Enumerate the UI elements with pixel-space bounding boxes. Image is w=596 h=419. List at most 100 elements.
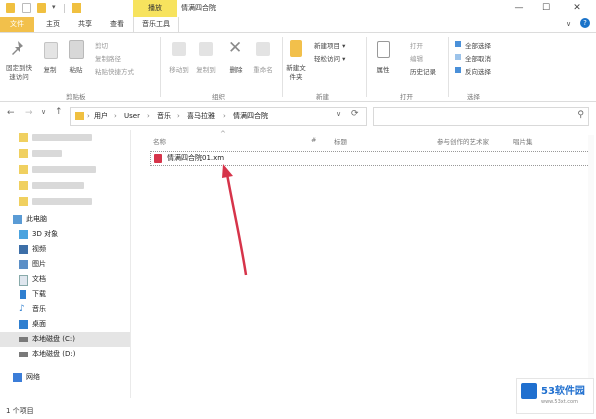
paste-icon xyxy=(69,40,84,59)
minimize-button[interactable]: — xyxy=(508,0,530,17)
sidebar-item-pictures[interactable]: 图片 xyxy=(16,257,128,272)
quick-access-properties-icon[interactable] xyxy=(22,3,31,13)
rename-icon xyxy=(256,42,270,56)
tab-file[interactable]: 文件 xyxy=(0,17,34,32)
folder-address-icon xyxy=(75,112,84,120)
address-dropdown-icon[interactable]: ∨ xyxy=(336,110,341,118)
sidebar-item-videos[interactable]: 视频 xyxy=(16,242,128,257)
recent-locations-button[interactable]: ∨ xyxy=(41,108,46,116)
ribbon: 固定到快速访问 复制 粘贴 剪切 复制路径 粘贴快捷方式 剪贴板 移动到 复制到… xyxy=(0,33,596,102)
new-item-button[interactable]: 新建项目 ▾ xyxy=(314,40,345,50)
quick-access-new-folder-icon[interactable] xyxy=(37,3,46,13)
navigation-pane: 此电脑 3D 对象 视频 图片 文档 下载 ♪ 音乐 桌面 本地磁盘 (C:) … xyxy=(0,130,131,398)
quick-access-dropdown-icon[interactable]: ▾ xyxy=(52,3,56,11)
forward-button[interactable]: → xyxy=(25,108,33,118)
column-header-track-number[interactable]: # xyxy=(311,136,316,144)
sidebar-item-drive-d[interactable]: 本地磁盘 (D:) xyxy=(16,347,128,362)
sidebar-item-this-pc[interactable]: 此电脑 xyxy=(10,212,122,227)
sidebar-item-music[interactable]: ♪ 音乐 xyxy=(16,302,128,317)
edit-button[interactable]: 编辑 xyxy=(410,53,423,63)
breadcrumb-music[interactable]: 音乐 xyxy=(157,108,171,125)
network-icon xyxy=(13,373,22,382)
quick-access-item[interactable] xyxy=(16,178,128,193)
search-input[interactable]: ⚲ xyxy=(373,107,589,126)
new-folder-icon xyxy=(290,40,302,57)
breadcrumb-users[interactable]: 用户 xyxy=(94,108,108,125)
3d-objects-icon xyxy=(19,230,28,239)
copy-path-button[interactable]: 复制路径 xyxy=(95,53,121,63)
easy-access-button[interactable]: 轻松访问 ▾ xyxy=(314,53,345,63)
paste-shortcut-button[interactable]: 粘贴快捷方式 xyxy=(95,66,134,76)
pin-icon xyxy=(12,41,24,55)
sidebar-item-drive-c[interactable]: 本地磁盘 (C:) xyxy=(0,332,130,347)
rename-button[interactable]: 重命名 xyxy=(250,64,276,74)
folder-icon xyxy=(19,133,28,142)
close-button[interactable]: ✕ xyxy=(566,0,588,17)
column-header-artists[interactable]: 参与创作的艺术家 xyxy=(437,136,489,146)
sidebar-item-label: 3D 对象 xyxy=(32,230,59,238)
select-group-label: 选择 xyxy=(467,93,480,101)
quick-access-item[interactable] xyxy=(16,194,128,209)
copy-icon xyxy=(44,42,58,59)
breadcrumb-ximalaya[interactable]: 喜马拉雅 xyxy=(187,108,215,125)
address-bar[interactable]: › 用户 › User › 音乐 › 喜马拉雅 › 情满四合院 ∨ ⟳ xyxy=(70,107,367,126)
back-button[interactable]: ← xyxy=(7,108,15,118)
breadcrumb-separator: › xyxy=(177,112,180,120)
title-bar: ▾ 播放 情满四合院 — ☐ ✕ xyxy=(0,0,596,17)
drive-d-icon xyxy=(19,352,28,357)
maximize-button[interactable]: ☐ xyxy=(535,0,557,17)
quick-access-folder-icon[interactable] xyxy=(6,3,15,13)
sidebar-item-documents[interactable]: 文档 xyxy=(16,272,128,287)
refresh-icon[interactable]: ⟳ xyxy=(351,109,359,119)
select-none-button[interactable]: 全部取消 xyxy=(465,53,491,63)
videos-icon xyxy=(19,245,28,254)
search-icon[interactable]: ⚲ xyxy=(577,110,584,120)
window-title: 情满四合院 xyxy=(181,4,216,12)
new-group-label: 新建 xyxy=(316,93,329,101)
sidebar-item-desktop[interactable]: 桌面 xyxy=(16,317,128,332)
help-icon[interactable]: ? xyxy=(580,18,590,28)
new-folder-button[interactable]: 新建文件夹 xyxy=(284,64,308,82)
sidebar-item-downloads[interactable]: 下载 xyxy=(16,287,128,302)
pin-to-quick-access-button[interactable]: 固定到快速访问 xyxy=(4,64,34,82)
column-header-name[interactable]: 名称 xyxy=(153,136,166,146)
redacted-label xyxy=(32,166,96,173)
ribbon-collapse-icon[interactable]: ∨ xyxy=(566,20,571,28)
copy-to-button[interactable]: 复制到 xyxy=(191,64,221,74)
column-header-title[interactable]: 标题 xyxy=(334,136,347,146)
vertical-scrollbar[interactable] xyxy=(588,135,594,400)
move-to-button[interactable]: 移动到 xyxy=(164,64,194,74)
breadcrumb-user[interactable]: User xyxy=(124,108,140,125)
watermark-brand: 53软件园 xyxy=(541,386,585,397)
quick-access-item[interactable] xyxy=(16,146,128,161)
select-all-button[interactable]: 全部选择 xyxy=(465,40,491,50)
tab-share[interactable]: 共享 xyxy=(72,17,98,32)
column-header-album[interactable]: 唱片集 xyxy=(513,136,533,146)
sidebar-item-label: 网络 xyxy=(26,373,40,381)
sidebar-item-network[interactable]: 网络 xyxy=(10,370,122,385)
clipboard-group-label: 剪贴板 xyxy=(66,93,86,101)
tab-home[interactable]: 主页 xyxy=(40,17,66,32)
paste-button[interactable]: 粘贴 xyxy=(66,64,86,74)
quick-access-item[interactable] xyxy=(16,130,128,145)
move-to-icon xyxy=(172,42,186,56)
cut-button[interactable]: 剪切 xyxy=(95,40,108,50)
copy-button[interactable]: 复制 xyxy=(40,64,60,74)
organize-group-label: 组织 xyxy=(212,93,225,101)
redacted-label xyxy=(32,182,84,189)
open-group-label: 打开 xyxy=(400,93,413,101)
sidebar-item-3d-objects[interactable]: 3D 对象 xyxy=(16,227,128,242)
quick-access-item[interactable] xyxy=(16,162,128,177)
tab-view[interactable]: 查看 xyxy=(104,17,130,32)
history-button[interactable]: 历史记录 xyxy=(410,66,436,76)
up-button[interactable]: ↑ xyxy=(55,107,63,117)
select-none-icon xyxy=(455,54,461,60)
breadcrumb-current-folder[interactable]: 情满四合院 xyxy=(233,108,268,125)
delete-button[interactable]: 删除 xyxy=(224,64,248,74)
tab-music-tools[interactable]: 音乐工具 xyxy=(133,17,179,32)
properties-button[interactable]: 属性 xyxy=(372,64,394,74)
music-file-icon xyxy=(154,154,162,163)
invert-selection-button[interactable]: 反向选择 xyxy=(465,66,491,76)
divider xyxy=(282,37,283,97)
open-button[interactable]: 打开 xyxy=(410,40,423,50)
